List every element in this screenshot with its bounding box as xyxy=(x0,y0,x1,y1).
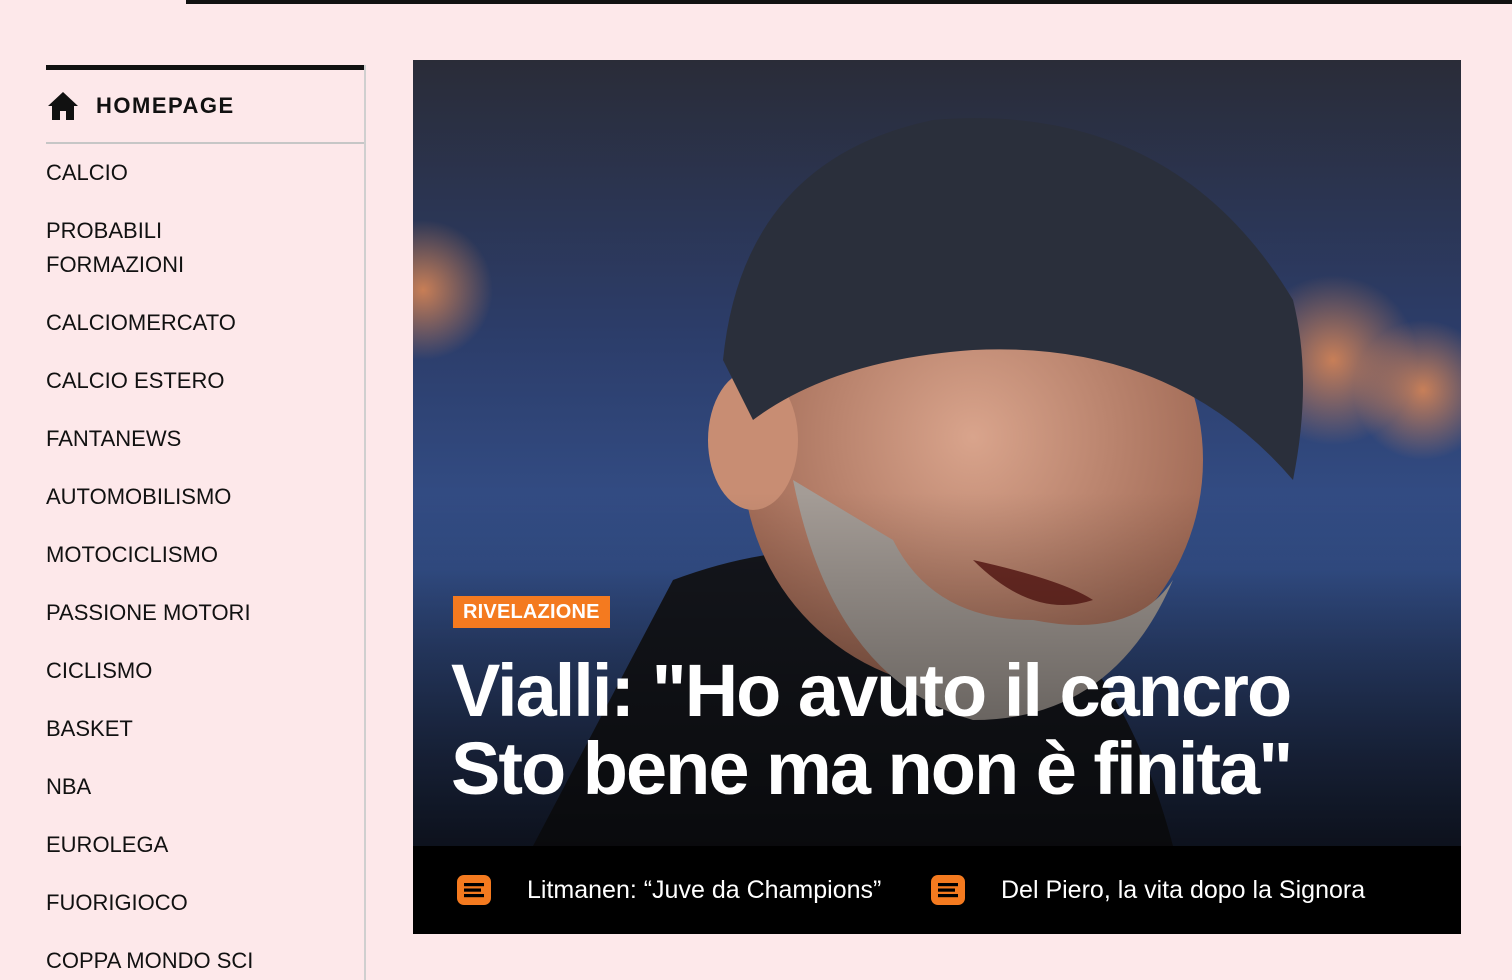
sidebar-item-coppa-mondo-sci[interactable]: COPPA MONDO SCI xyxy=(46,944,253,978)
sidebar-item-calciomercato[interactable]: CALCIOMERCATO xyxy=(46,306,236,340)
related-article-link[interactable]: Del Piero, la vita dopo la Signora xyxy=(931,846,1365,934)
home-icon xyxy=(48,92,78,120)
sidebar-menu: HOMEPAGE CALCIO PROBABILI FORMAZIONI CAL… xyxy=(46,65,366,980)
sidebar-item-calcio[interactable]: CALCIO xyxy=(46,156,128,190)
sidebar-item-fuorigioco[interactable]: FUORIGIOCO xyxy=(46,886,188,920)
homepage-label: HOMEPAGE xyxy=(96,93,235,118)
sidebar-item-basket[interactable]: BASKET xyxy=(46,712,133,746)
related-article-title: Del Piero, la vita dopo la Signora xyxy=(1001,875,1366,904)
article-category-badge[interactable]: RIVELAZIONE xyxy=(453,596,610,628)
sidebar-item-motociclismo[interactable]: MOTOCICLISMO xyxy=(46,538,218,572)
hero-article[interactable]: RIVELAZIONE Vialli: "Ho avuto il cancro … xyxy=(413,60,1461,934)
top-border xyxy=(186,0,1512,4)
sidebar-item-eurolega[interactable]: EUROLEGA xyxy=(46,828,168,862)
article-icon xyxy=(457,875,491,905)
sidebar-item-passione-motori[interactable]: PASSIONE MOTORI xyxy=(46,596,251,630)
sidebar-item-fantanews[interactable]: FANTANEWS xyxy=(46,422,181,456)
sidebar-item-ciclismo[interactable]: CICLISMO xyxy=(46,654,152,688)
related-article-link[interactable]: Litmanen: “Juve da Champions” xyxy=(457,846,881,934)
article-headline[interactable]: Vialli: "Ho avuto il cancro Sto bene ma … xyxy=(451,652,1351,808)
homepage-link[interactable]: HOMEPAGE xyxy=(46,70,364,144)
sidebar-item-calcio-estero[interactable]: CALCIO ESTERO xyxy=(46,364,224,398)
sidebar-item-automobilismo[interactable]: AUTOMOBILISMO xyxy=(46,480,231,514)
sidebar-item-nba[interactable]: NBA xyxy=(46,770,91,804)
sidebar-item-probabili-formazioni[interactable]: PROBABILI FORMAZIONI xyxy=(46,214,184,282)
related-articles-bar: Litmanen: “Juve da Champions” Del Piero,… xyxy=(413,846,1461,934)
article-icon xyxy=(931,875,965,905)
related-article-title: Litmanen: “Juve da Champions” xyxy=(527,875,882,904)
